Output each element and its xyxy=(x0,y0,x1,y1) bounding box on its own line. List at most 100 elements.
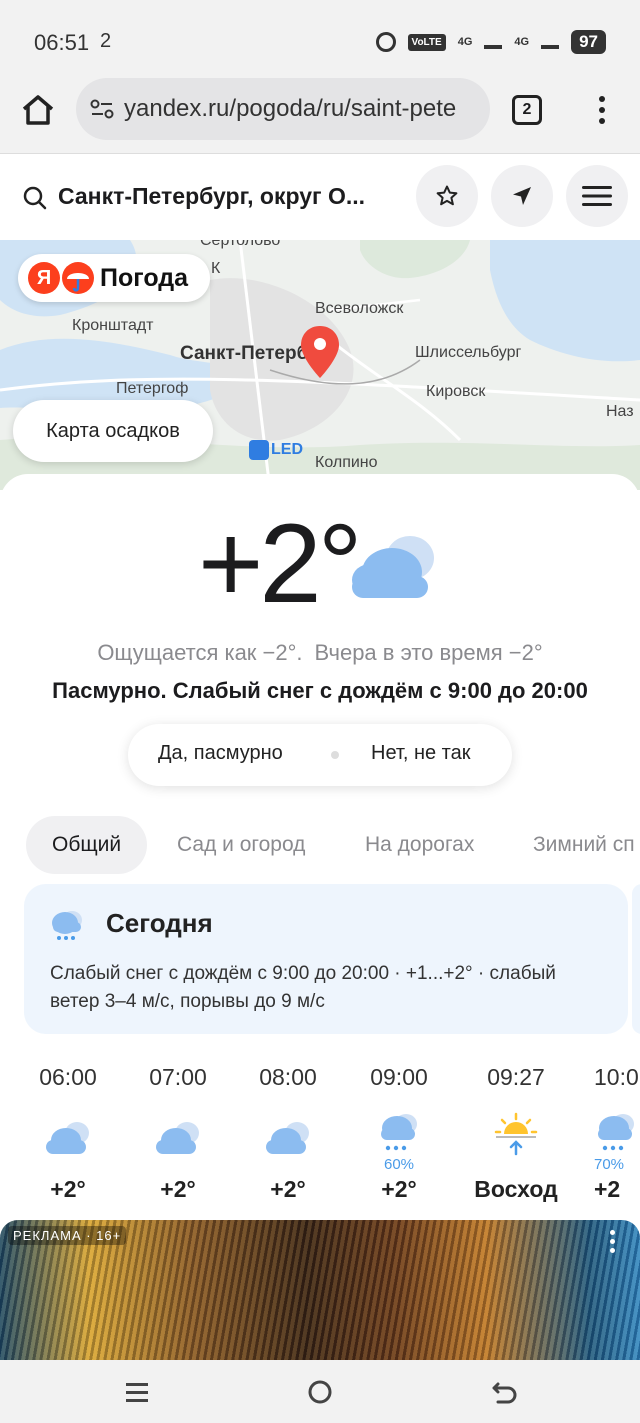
hour-precip-prob xyxy=(461,1156,571,1176)
battery-indicator: 97 xyxy=(571,30,606,54)
sleet-icon xyxy=(52,911,82,940)
map-label-k: К xyxy=(211,260,221,277)
vote-yes-button[interactable]: Да, пасмурно xyxy=(158,742,283,765)
map-label-peterhof: Петергоф xyxy=(116,380,189,397)
back-icon[interactable] xyxy=(486,1376,522,1408)
feels-like-text: Ощущается как −2°. xyxy=(97,640,303,665)
hour-precip-prob: 60% xyxy=(383,1156,415,1173)
status-icons: VoLTE 4G 4G 97 xyxy=(375,30,606,54)
hour-time: 06:00 xyxy=(39,1064,97,1090)
home-icon[interactable] xyxy=(18,90,58,130)
signal-icon xyxy=(484,35,503,49)
sleet-icon xyxy=(594,1098,640,1156)
cloud-icon xyxy=(123,1098,233,1156)
hour-temp: Восход xyxy=(474,1176,558,1202)
hour-item[interactable]: 06:00 +2° xyxy=(13,1064,123,1203)
signal-icon-2 xyxy=(541,35,560,49)
yandex-logo-icon: Я xyxy=(28,262,60,294)
favorite-button[interactable] xyxy=(416,165,478,227)
site-settings-icon[interactable] xyxy=(90,98,114,120)
sleet-icon xyxy=(344,1098,454,1156)
hourly-forecast[interactable]: 06:00 +2° 07:00 +2° 08:00 +2° 09:00 60% … xyxy=(0,1064,640,1204)
hour-item[interactable]: 07:00 +2° xyxy=(123,1064,233,1203)
hour-temp: +2° xyxy=(50,1176,86,1202)
weather-map[interactable]: Сертолово К Всеволожск Кронштадт Санкт-П… xyxy=(0,240,640,490)
today-summary-card[interactable]: Сегодня Слабый снег с дождём с 9:00 до 2… xyxy=(24,884,628,1034)
next-card-peek[interactable] xyxy=(632,884,640,1034)
hour-temp: +2° xyxy=(160,1176,196,1202)
tab-roads[interactable]: На дорогах xyxy=(365,816,474,874)
hamburger-icon xyxy=(582,186,612,206)
ad-label: РЕКЛАМА · 16+ xyxy=(8,1226,127,1245)
cloud-icon xyxy=(233,1098,343,1156)
forecast-tabs: Общий Сад и огород На дорогах Зимний сп xyxy=(0,816,640,874)
tab-winter-sports[interactable]: Зимний сп xyxy=(533,816,635,874)
location-search-row: Санкт-Петербург, округ О... xyxy=(0,155,640,241)
star-icon xyxy=(436,185,458,206)
advertisement-banner[interactable]: РЕКЛАМА · 16+ xyxy=(0,1220,640,1360)
hour-item[interactable]: 10:0 70% +2 xyxy=(580,1064,640,1203)
tab-switcher-button[interactable]: 2 xyxy=(512,95,542,125)
feels-like-row: Ощущается как −2°. Вчера в это время −2° xyxy=(0,640,640,666)
hour-time: 08:00 xyxy=(259,1064,317,1090)
home-nav-icon[interactable] xyxy=(302,1376,338,1408)
hour-item[interactable]: 09:00 60% +2° xyxy=(344,1064,454,1203)
map-label-sertolovo: Сертолово xyxy=(200,240,281,249)
hour-time: 07:00 xyxy=(149,1064,207,1090)
system-nav-bar xyxy=(0,1360,640,1423)
hour-item[interactable]: 08:00 +2° xyxy=(233,1064,343,1203)
logo-text: Погода xyxy=(100,264,189,292)
today-description: Слабый снег с дождём с 9:00 до 20:00 · +… xyxy=(50,963,556,1012)
vote-no-button[interactable]: Нет, не так xyxy=(371,742,471,765)
volte-badge: VoLTE xyxy=(407,33,446,51)
status-time: 06:51 xyxy=(34,30,90,55)
tab-garden[interactable]: Сад и огород xyxy=(177,816,305,874)
browser-toolbar: yandex.ru/pogoda/ru/saint-pete 2 xyxy=(0,72,640,154)
cloud-icon xyxy=(13,1098,123,1156)
today-title: Сегодня xyxy=(106,908,213,938)
sunrise-icon xyxy=(461,1098,571,1156)
network-4g-label: 4G xyxy=(457,36,473,48)
recent-apps-icon[interactable] xyxy=(120,1376,156,1408)
status-bar: 06:51 2 VoLTE 4G 4G 97 xyxy=(0,0,640,72)
feedback-vote: Да, пасмурно Нет, не так xyxy=(128,724,512,786)
umbrella-logo-icon xyxy=(62,262,94,294)
current-temperature: +2° xyxy=(198,501,362,626)
ad-more-icon[interactable] xyxy=(610,1230,616,1257)
location-arrow-icon xyxy=(513,187,531,205)
hour-precip-prob xyxy=(123,1156,233,1176)
yesterday-text: Вчера в это время −2° xyxy=(314,640,543,665)
search-icon[interactable] xyxy=(22,185,48,211)
hour-temp: +2 xyxy=(594,1176,621,1202)
tab-general[interactable]: Общий xyxy=(26,816,148,874)
hour-time: 10:0 xyxy=(594,1064,639,1090)
yandex-weather-logo[interactable]: Я Погода xyxy=(18,254,210,302)
precipitation-map-button[interactable]: Карта осадков xyxy=(13,400,213,462)
geolocation-button[interactable] xyxy=(491,165,553,227)
map-label-kronshtadt: Кронштадт xyxy=(72,317,154,334)
address-bar[interactable]: yandex.ru/pogoda/ru/saint-pete xyxy=(76,78,490,140)
network-4g-label-2: 4G xyxy=(514,36,530,48)
location-pin-icon xyxy=(301,326,339,378)
map-label-naz: Наз xyxy=(606,403,634,420)
status-indicator: 2 xyxy=(100,30,112,52)
airport-icon xyxy=(249,440,269,460)
location-search-field[interactable]: Санкт-Петербург, округ О... xyxy=(58,183,365,210)
map-label-shlisselburg: Шлиссельбург xyxy=(415,344,522,361)
hour-time: 09:27 xyxy=(487,1064,545,1090)
map-label-kolpino: Колпино xyxy=(315,454,378,471)
hour-item[interactable]: 09:27 Восход xyxy=(461,1064,571,1203)
alarm-icon xyxy=(375,32,396,52)
vote-separator xyxy=(331,751,339,759)
hamburger-menu-button[interactable] xyxy=(566,165,628,227)
hour-time: 09:00 xyxy=(370,1064,428,1090)
condition-text: Пасмурно. Слабый снег с дождём с 9:00 до… xyxy=(52,678,588,703)
browser-menu-icon[interactable] xyxy=(596,96,608,128)
hour-temp: +2° xyxy=(270,1176,306,1202)
hour-precip-prob xyxy=(13,1156,123,1176)
hour-precip-prob: 70% xyxy=(594,1156,625,1173)
url-text[interactable]: yandex.ru/pogoda/ru/saint-pete xyxy=(124,95,480,123)
hour-temp: +2° xyxy=(381,1176,417,1202)
overcast-cloud-icon xyxy=(352,536,434,598)
map-label-airport: LED xyxy=(271,441,303,458)
